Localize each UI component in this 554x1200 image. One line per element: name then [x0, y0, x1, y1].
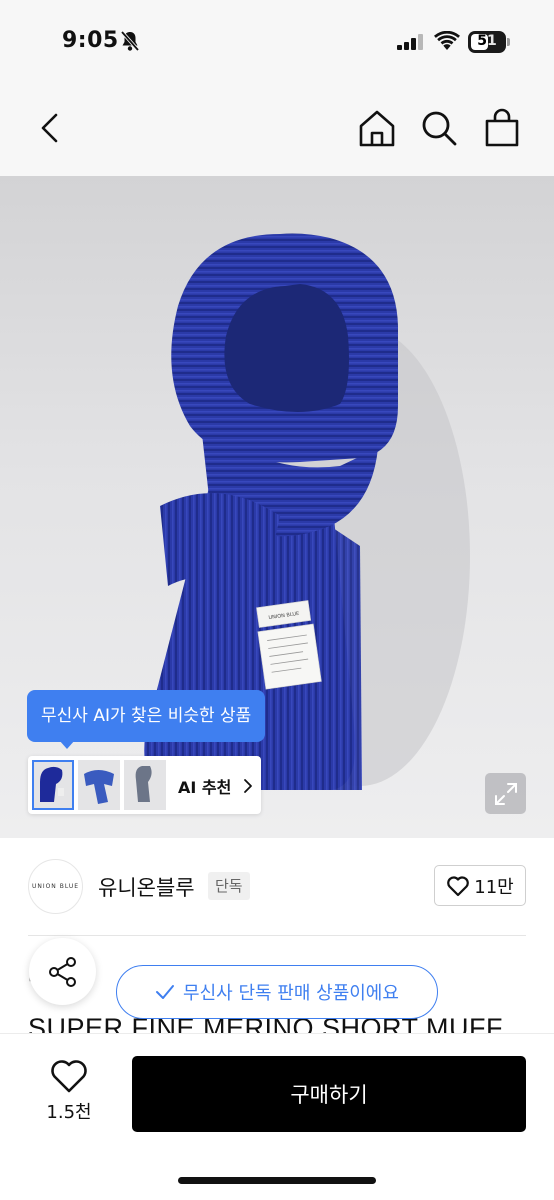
exclusive-badge: 단독: [208, 872, 250, 900]
home-icon: [359, 110, 395, 147]
divider: [28, 935, 526, 936]
brand-like-button[interactable]: 11만: [434, 865, 526, 906]
share-icon: [48, 956, 76, 987]
buy-button-label: 구매하기: [290, 1083, 368, 1107]
top-navigation: [0, 84, 554, 176]
brand-logo[interactable]: UNION BLUE: [28, 859, 83, 914]
cellular-signal-icon: [397, 34, 423, 50]
search-button[interactable]: [417, 106, 461, 150]
expand-icon: [494, 782, 517, 805]
back-chevron-icon: [41, 113, 58, 143]
ai-thumbnail-3[interactable]: [124, 760, 166, 810]
wifi-icon: [434, 31, 460, 50]
chevron-right-icon: [244, 779, 252, 793]
ai-recommend-label: AI 추천: [178, 778, 232, 797]
ai-thumbnail-2[interactable]: [78, 760, 120, 810]
battery-level: 51: [477, 33, 497, 49]
cart-button[interactable]: [480, 106, 524, 150]
home-button[interactable]: [355, 106, 399, 150]
tooltip-tail: [59, 740, 75, 749]
ai-thumbnail-1[interactable]: [32, 760, 74, 810]
search-icon: [422, 111, 457, 146]
buy-button[interactable]: 구매하기: [132, 1056, 526, 1132]
brand-like-count: 11만: [474, 876, 514, 898]
share-button[interactable]: [29, 938, 96, 1005]
shopping-bag-icon: [485, 108, 519, 147]
expand-image-button[interactable]: [485, 773, 526, 814]
status-bar: 9:05 51: [0, 0, 554, 84]
heart-outline-icon: [51, 1060, 87, 1093]
exclusive-notice-pill: 무신사 단독 판매 상품이에요: [116, 965, 438, 1019]
status-time: 9:05: [62, 28, 119, 53]
check-icon: [156, 985, 175, 999]
home-indicator: [178, 1177, 376, 1184]
ai-tooltip-text: 무신사 AI가 찾은 비슷한 상품: [41, 706, 252, 726]
bottom-action-bar: 1.5천 구매하기: [0, 1033, 554, 1200]
heart-icon: [447, 875, 470, 896]
bell-slash-icon: [120, 30, 140, 52]
brand-logo-text: UNION BLUE: [31, 883, 80, 890]
ai-recommend-tooltip[interactable]: 무신사 AI가 찾은 비슷한 상품: [27, 690, 266, 749]
wishlist-count: 1.5천: [46, 1102, 92, 1123]
wishlist-button[interactable]: 1.5천: [28, 1056, 110, 1130]
exclusive-notice-text: 무신사 단독 판매 상품이에요: [183, 983, 399, 1004]
brand-row: UNION BLUE 유니온블루 단독 11만: [0, 838, 554, 936]
brand-name[interactable]: 유니온블루: [98, 872, 195, 902]
battery-icon: 51: [468, 31, 510, 53]
back-button[interactable]: [28, 106, 72, 150]
ai-recommend-strip[interactable]: AI 추천: [28, 756, 261, 814]
